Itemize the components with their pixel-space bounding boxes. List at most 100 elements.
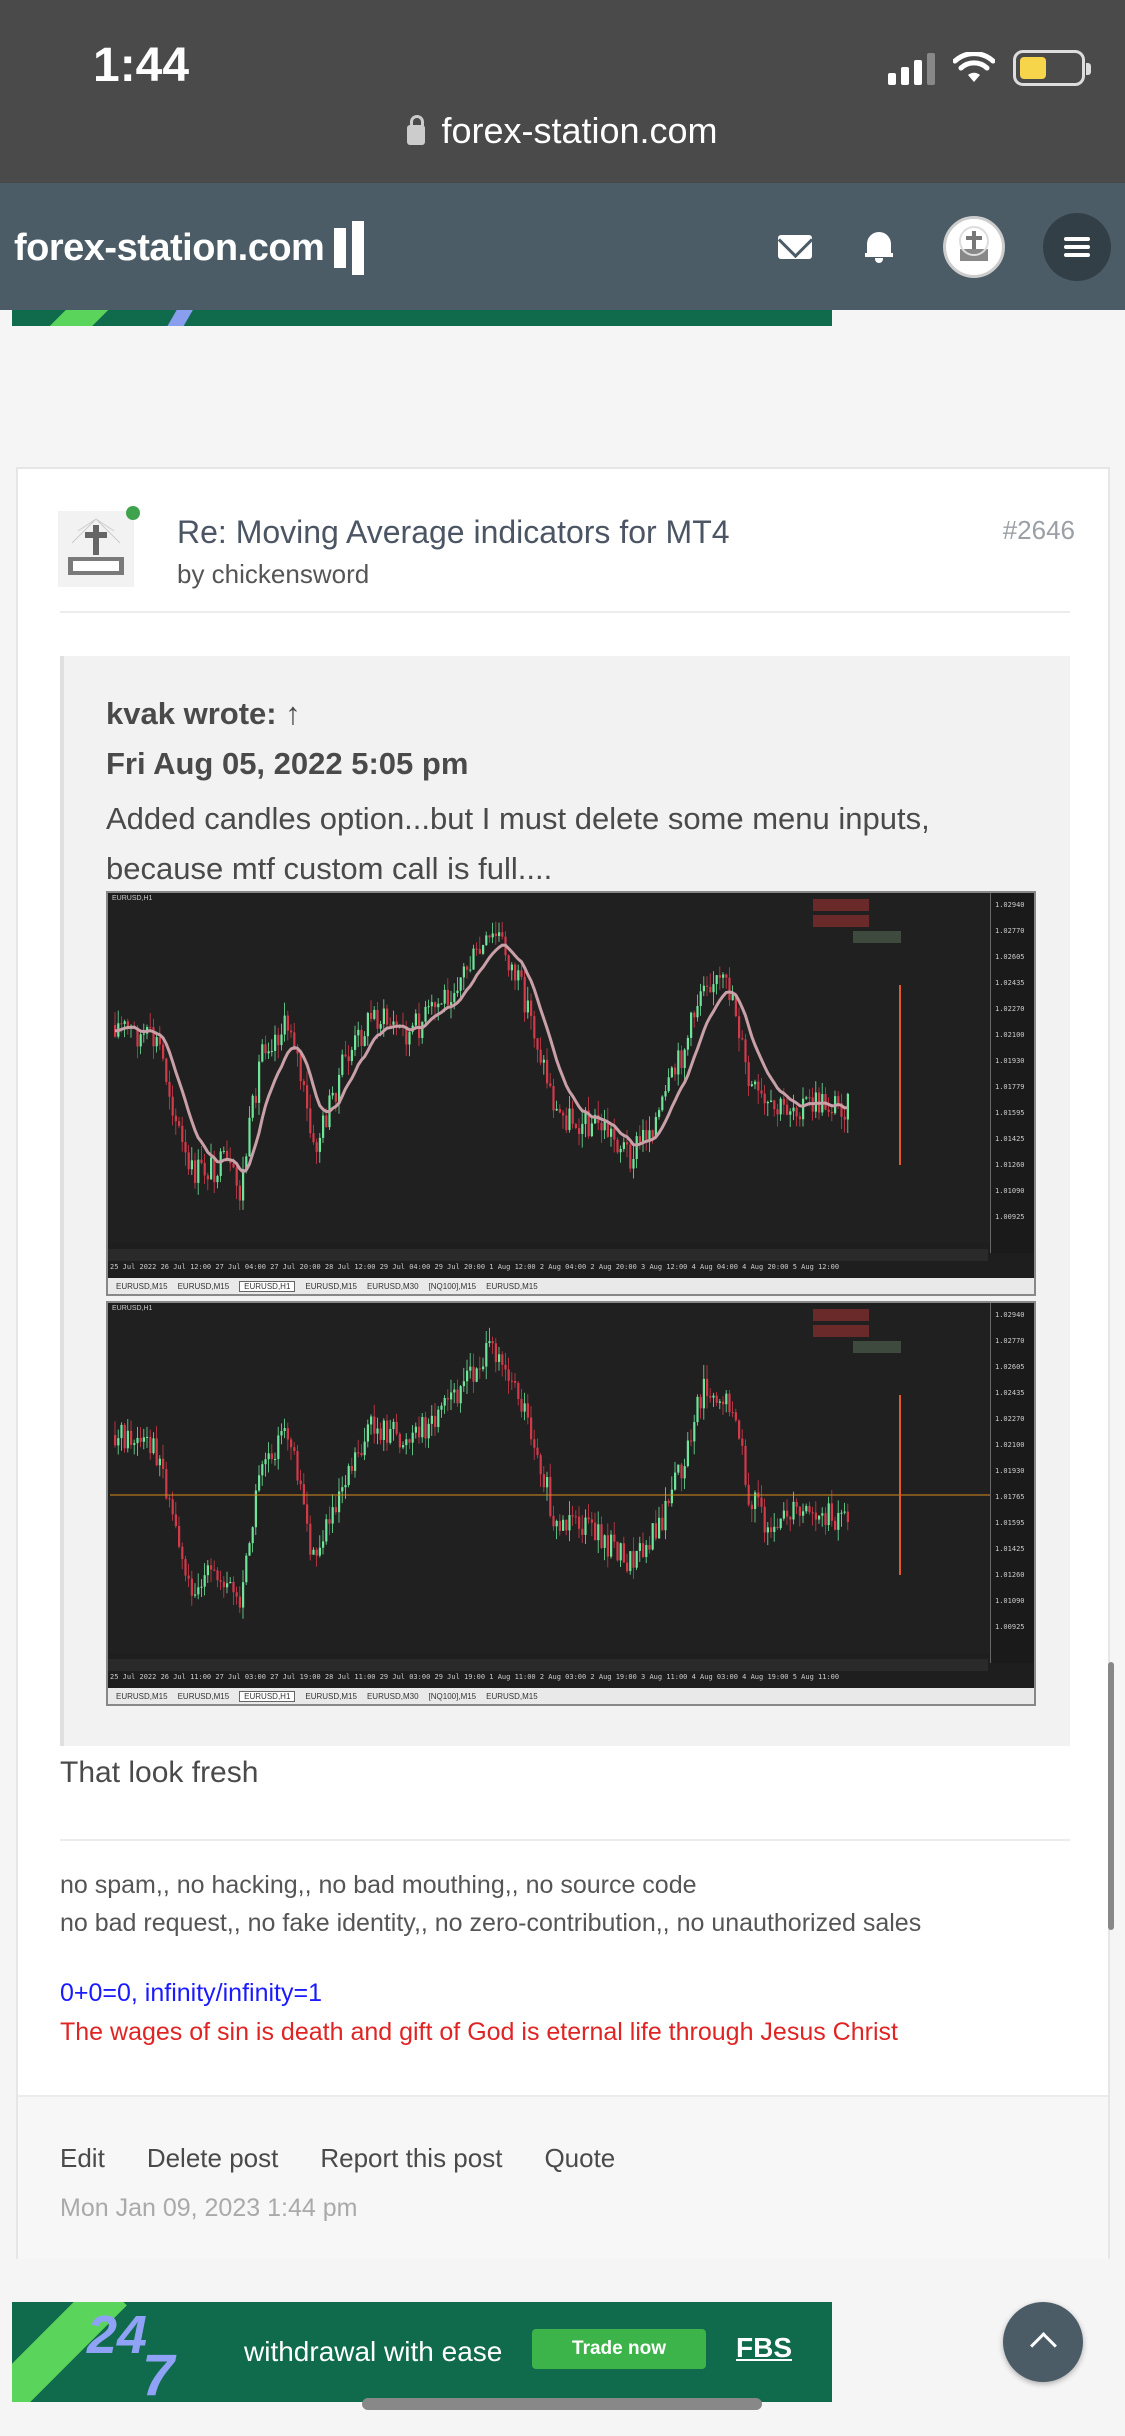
report-post-button[interactable]: Report this post [320, 2143, 502, 2174]
post-card: Re: Moving Average indicators for MT4 by… [16, 467, 1110, 2259]
delete-post-button[interactable]: Delete post [147, 2143, 279, 2174]
chart-tab[interactable]: EURUSD,H1 [239, 1690, 296, 1702]
bell-icon[interactable] [865, 231, 893, 263]
signal-icon [888, 51, 935, 85]
address-bar[interactable]: forex-station.com [0, 110, 1125, 152]
symbol-bar [108, 1249, 988, 1261]
price-label: 1.02270 [995, 1415, 1025, 1423]
post-actions: Edit Delete post Report this post Quote [60, 2143, 615, 2174]
ad-24: 24 [87, 2305, 148, 2365]
ad-7: 7 [142, 2343, 175, 2402]
chart-tab[interactable]: EURUSD,M15 [116, 1692, 168, 1701]
price-label: 1.02940 [995, 901, 1025, 909]
scrollbar[interactable] [1108, 1662, 1114, 1930]
chart-tab[interactable]: EURUSD,H1 [239, 1280, 296, 1292]
price-label: 1.01930 [995, 1057, 1025, 1065]
price-label: 1.02770 [995, 927, 1025, 935]
home-indicator[interactable] [362, 2398, 762, 2410]
price-label: 1.00925 [995, 1213, 1025, 1221]
candles-logo-icon [334, 221, 365, 275]
site-logo[interactable]: forex-station.com [14, 221, 365, 275]
post-timestamp: Mon Jan 09, 2023 1:44 pm [60, 2194, 358, 2222]
time-axis: 25 Jul 2022 26 Jul 12:00 27 Jul 04:00 27… [110, 1263, 840, 1271]
chart-tabs[interactable]: EURUSD,M15 EURUSD,M15 EURUSD,H1 EURUSD,M15 E… [108, 1278, 1034, 1294]
price-label: 1.02270 [995, 1005, 1025, 1013]
chart-tab[interactable]: EURUSD,M15 [116, 1282, 168, 1291]
signature-blue: 0+0=0, infinity/infinity=1 [60, 1979, 322, 2007]
chart-tab[interactable]: EURUSD,M15 [178, 1282, 230, 1291]
ad-banner-bottom[interactable]: 24 7 withdrawal with ease Trade now FBS [12, 2302, 832, 2402]
chart-tab[interactable]: [NQ100],M15 [429, 1692, 477, 1701]
signature-line: no bad request,, no fake identity,, no z… [60, 1909, 922, 1937]
lock-icon [407, 115, 426, 145]
user-avatar[interactable] [943, 215, 1005, 278]
post-number[interactable]: #2646 [1003, 515, 1075, 546]
chart-symbol: EURUSD,H1 [112, 895, 153, 902]
logo-text: forex-station.com [14, 226, 325, 269]
price-label: 1.01779 [995, 1083, 1025, 1091]
chart-tab[interactable]: [NQ100],M15 [429, 1282, 477, 1291]
indicator-labels [813, 1309, 901, 1357]
signature-red: The wages of sin is death and gift of Go… [60, 2018, 898, 2046]
candles-chart [114, 921, 901, 1211]
chart-tabs[interactable]: EURUSD,M15 EURUSD,M15 EURUSD,H1 EURUSD,M15 E… [108, 1688, 1034, 1704]
chart-plot-area [110, 895, 990, 1243]
post-author-avatar[interactable] [58, 511, 134, 587]
price-label: 1.02435 [995, 979, 1025, 987]
scroll-to-top-button[interactable] [1003, 2302, 1083, 2382]
chart-tab[interactable]: EURUSD,M15 [486, 1692, 538, 1701]
time-axis: 25 Jul 2022 26 Jul 11:00 27 Jul 03:00 27… [110, 1673, 840, 1681]
chart-tab[interactable]: EURUSD,M15 [305, 1692, 357, 1701]
edit-button[interactable]: Edit [60, 2143, 105, 2174]
battery-icon [1013, 50, 1091, 86]
wifi-icon [953, 52, 995, 82]
price-axis: 1.02940 1.02770 1.02605 1.02435 1.02270 1.021… [990, 893, 1034, 1253]
chart-plot-area [110, 1305, 990, 1653]
ad-banner-top[interactable] [12, 310, 832, 326]
indicator-labels [813, 899, 901, 947]
quote-button[interactable]: Quote [544, 2143, 615, 2174]
post-body-text: That look fresh [60, 1756, 259, 1789]
post-title[interactable]: Re: Moving Average indicators for MT4 [177, 514, 730, 551]
chart-tab[interactable]: EURUSD,M15 [178, 1692, 230, 1701]
quote-author[interactable]: kvak wrote: ↑ [106, 696, 301, 732]
chart-screenshot-2[interactable]: EURUSD,H1 1.02940 1.02770 1.02605 1.02435 1.… [106, 1301, 1036, 1706]
online-indicator [126, 506, 140, 520]
trade-now-button[interactable]: Trade now [532, 2329, 706, 2369]
post-author[interactable]: by chickensword [177, 559, 369, 590]
site-header: forex-station.com [0, 183, 1125, 310]
price-label: 1.02605 [995, 953, 1025, 961]
price-label: 1.02770 [995, 1337, 1025, 1345]
price-label: 1.01425 [995, 1135, 1025, 1143]
price-label: 1.00925 [995, 1623, 1025, 1631]
signature-line: no spam,, no hacking,, no bad mouthing,,… [60, 1871, 697, 1899]
price-label: 1.01090 [995, 1597, 1025, 1605]
price-axis: 1.02940 1.02770 1.02605 1.02435 1.02270 1.021… [990, 1303, 1034, 1663]
quote-block: kvak wrote: ↑ Fri Aug 05, 2022 5:05 pm A… [60, 656, 1070, 1746]
price-label: 1.01260 [995, 1161, 1025, 1169]
ad-text: withdrawal with ease [244, 2336, 503, 2367]
menu-icon[interactable] [1043, 212, 1111, 281]
mail-icon[interactable] [778, 234, 812, 259]
divider [60, 611, 1070, 613]
divider [60, 1839, 1070, 1841]
price-label: 1.02100 [995, 1031, 1025, 1039]
chart-tab[interactable]: EURUSD,M30 [367, 1282, 419, 1291]
signature-rules: no spam,, no hacking,, no bad mouthing,,… [60, 1866, 921, 1942]
chart-symbol: EURUSD,H1 [112, 1305, 153, 1312]
price-label: 1.01425 [995, 1545, 1025, 1553]
price-label: 1.02605 [995, 1363, 1025, 1371]
price-label: 1.01595 [995, 1519, 1025, 1527]
price-label: 1.01930 [995, 1467, 1025, 1475]
url-text: forex-station.com [441, 110, 718, 151]
chart-tab[interactable]: EURUSD,M15 [305, 1282, 357, 1291]
chart-tab[interactable]: EURUSD,M15 [486, 1282, 538, 1291]
post-footer: Edit Delete post Report this post Quote … [18, 2095, 1108, 2259]
price-label: 1.02100 [995, 1441, 1025, 1449]
candles-chart [110, 1327, 990, 1619]
fbs-logo[interactable]: FBS [736, 2332, 792, 2364]
price-label: 1.01595 [995, 1109, 1025, 1117]
chart-screenshot-1[interactable]: EURUSD,H1 1.02940 1.02770 1.02605 1.02435 1.… [106, 891, 1036, 1296]
price-label: 1.01765 [995, 1493, 1025, 1501]
chart-tab[interactable]: EURUSD,M30 [367, 1692, 419, 1701]
